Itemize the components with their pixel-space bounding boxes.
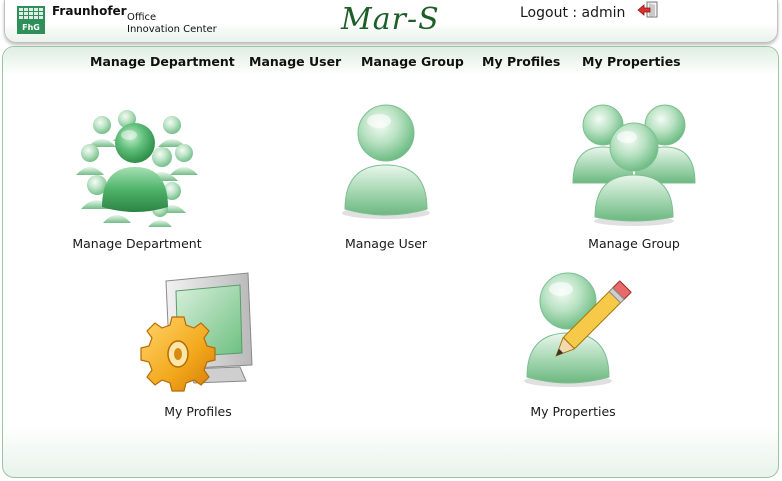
tile-my-profiles[interactable]: My Profiles [133, 269, 263, 421]
nav-manage-user[interactable]: Manage User [249, 54, 341, 69]
tile-label-my-properties: My Properties [530, 404, 616, 419]
tile-label-manage-department: Manage Department [72, 236, 202, 251]
tile-label-my-profiles: My Profiles [164, 404, 232, 419]
department-people-icon [76, 110, 198, 227]
nav-bar: Manage Department Manage User Manage Gro… [3, 47, 778, 75]
tile-label-manage-user: Manage User [344, 236, 428, 251]
monitor-gear-icon [140, 272, 253, 392]
user-icon [342, 104, 430, 219]
nav-manage-group[interactable]: Manage Group [361, 54, 464, 69]
nav-manage-department[interactable]: Manage Department [90, 54, 235, 69]
brand-name: Fraunhofer [52, 4, 127, 18]
group-icon [572, 104, 696, 226]
nav-my-properties[interactable]: My Properties [582, 54, 681, 69]
tile-manage-user[interactable]: Manage User [321, 101, 451, 253]
tile-manage-department[interactable]: Manage Department [65, 101, 209, 253]
tile-label-manage-group: Manage Group [588, 236, 680, 251]
tile-manage-group[interactable]: Manage Group [569, 101, 699, 253]
main-panel: Manage Department Manage User Manage Gro… [2, 46, 779, 478]
logout-arrow-icon[interactable] [637, 1, 659, 19]
logo-text: FhG [22, 23, 40, 32]
logout-link[interactable]: Logout : admin [520, 5, 625, 21]
brand-subtitle-line2: Innovation Center [127, 24, 217, 35]
app-title: Mar-S [341, 2, 440, 37]
fraunhofer-logo-icon: FhG [17, 6, 45, 34]
header-bar: FhG Fraunhofer Office Innovation Center … [4, 0, 778, 43]
user-pencil-icon [524, 272, 632, 387]
brand-subtitle-line1: Office [127, 12, 157, 23]
nav-my-profiles[interactable]: My Profiles [482, 54, 560, 69]
tile-my-properties[interactable]: My Properties [508, 269, 638, 421]
